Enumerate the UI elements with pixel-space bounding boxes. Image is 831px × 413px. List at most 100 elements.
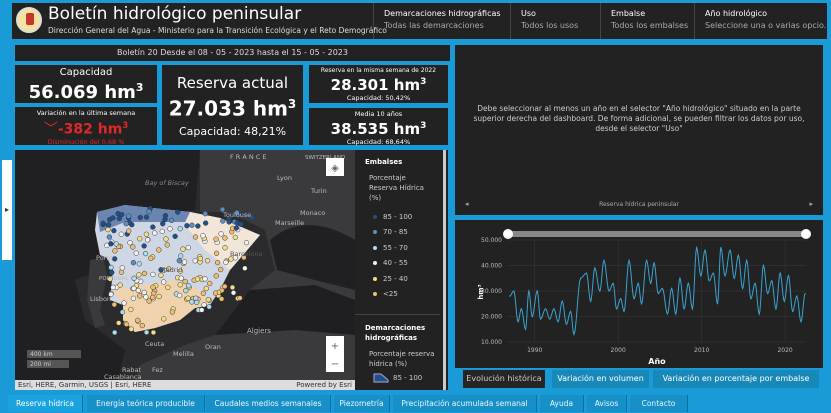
reservoir-point[interactable] (194, 299, 200, 306)
nav-tab-contacto[interactable]: Contacto (630, 395, 688, 412)
reservoir-point[interactable] (106, 234, 113, 240)
reservoir-point[interactable] (233, 225, 240, 231)
map-canvas[interactable]: F R A N C E SWITZERLAND Lyon Turin Bay o… (15, 150, 355, 390)
reservoir-point[interactable] (222, 245, 228, 251)
reservoir-point[interactable] (141, 270, 148, 277)
reservoir-point[interactable] (205, 297, 212, 303)
nav-tab-avisos[interactable]: Avisos (587, 395, 627, 412)
reservoir-point[interactable] (128, 306, 134, 313)
reservoir-point[interactable] (123, 321, 130, 327)
reservoir-point[interactable] (177, 253, 184, 259)
nav-tab-piezometria[interactable]: Piezometría (334, 395, 390, 412)
reservoir-point[interactable] (222, 235, 228, 241)
reservoir-point[interactable] (200, 233, 206, 239)
reservoir-point[interactable] (126, 213, 132, 219)
reservoir-point[interactable] (199, 307, 205, 313)
reservoir-point[interactable] (192, 258, 198, 264)
filter-ano-hidrologico[interactable]: Año hidrológico Seleccione una o varias o… (694, 3, 827, 39)
reservoir-point[interactable] (213, 273, 219, 279)
legend-scrollbar[interactable] (443, 150, 446, 390)
reservoir-point[interactable] (133, 250, 139, 256)
reservoir-point[interactable] (110, 215, 116, 221)
reservoir-point[interactable] (168, 217, 175, 224)
reservoir-point[interactable] (172, 233, 178, 239)
reservoir-point[interactable] (112, 248, 118, 254)
reservoir-point[interactable] (206, 304, 212, 310)
reservoir-point[interactable] (131, 275, 137, 281)
reservoir-point[interactable] (164, 242, 170, 248)
reservoir-point[interactable] (109, 269, 115, 276)
reservoir-point[interactable] (200, 290, 207, 296)
reservoir-point[interactable] (185, 295, 191, 301)
reservoir-point[interactable] (243, 239, 250, 246)
reservoir-point[interactable] (220, 218, 226, 224)
filter-demarcaciones[interactable]: Demarcaciones hidrográficas Todas las dem… (373, 3, 510, 39)
reservoir-point[interactable] (119, 309, 126, 315)
reservoir-point[interactable] (189, 299, 195, 305)
reservoir-point[interactable] (126, 228, 132, 234)
reservoir-point[interactable] (113, 241, 119, 247)
reservoir-point[interactable] (137, 236, 143, 242)
reservoir-point[interactable] (202, 276, 208, 282)
reservoir-point[interactable] (185, 283, 192, 289)
sidebar-toggle-arrow-icon[interactable]: ▸ (2, 160, 12, 260)
reservoir-point[interactable] (119, 211, 125, 218)
reservoir-point[interactable] (195, 223, 201, 229)
reservoir-point[interactable] (121, 300, 127, 306)
reservoir-point[interactable] (150, 224, 156, 230)
reservoir-point[interactable] (178, 275, 184, 281)
reservoir-point[interactable] (150, 294, 156, 301)
reservoir-point[interactable] (222, 283, 228, 290)
zoom-out-button[interactable]: − (331, 359, 339, 370)
reservoir-point[interactable] (223, 259, 229, 265)
reservoir-point[interactable] (192, 234, 199, 240)
filter-embalse[interactable]: Embalse Todos los embalses (600, 3, 694, 39)
reservoir-point[interactable] (131, 285, 137, 292)
reservoir-point[interactable] (139, 322, 145, 329)
reservoir-point[interactable] (123, 221, 129, 227)
reservoir-point[interactable] (146, 298, 152, 304)
reservoir-point[interactable] (194, 276, 201, 282)
reservoir-point[interactable] (161, 316, 167, 322)
reservoir-point[interactable] (119, 265, 125, 271)
reservoir-point[interactable] (177, 226, 183, 232)
reservoir-point[interactable] (108, 264, 114, 271)
reservoir-point[interactable] (203, 285, 209, 292)
reservoir-point[interactable] (162, 216, 168, 223)
range-slider-handle-start[interactable] (503, 229, 513, 239)
reservoir-point[interactable] (159, 228, 165, 235)
reservoir-point[interactable] (213, 250, 220, 256)
zoom-in-button[interactable]: + (331, 341, 339, 352)
reservoir-point[interactable] (180, 246, 186, 252)
reservoir-point[interactable] (130, 295, 137, 302)
reservoir-point[interactable] (111, 301, 117, 308)
reservoir-point[interactable] (214, 259, 221, 266)
tab-variacion-volumen[interactable]: Variación en volumen (552, 370, 649, 388)
reservoir-point[interactable] (143, 294, 149, 300)
reservoir-point[interactable] (169, 309, 176, 315)
reservoir-point[interactable] (175, 209, 181, 215)
reservoir-point[interactable] (218, 296, 225, 302)
reservoir-point[interactable] (117, 282, 123, 288)
reservoir-point[interactable] (111, 228, 117, 234)
reservoir-point[interactable] (218, 231, 224, 237)
reservoir-point[interactable] (142, 250, 149, 257)
reservoir-point[interactable] (230, 290, 237, 296)
nav-tab-reserva-hidrica[interactable]: Reserva hídrica (8, 395, 83, 412)
reservoir-point[interactable] (197, 255, 203, 262)
reservoir-point[interactable] (185, 244, 191, 251)
reservoir-point[interactable] (130, 244, 136, 250)
reservoir-point[interactable] (141, 243, 147, 249)
nav-tab-precipitacion-acumulada-semanal[interactable]: Precipitación acumulada semanal (393, 395, 537, 412)
reservoir-point[interactable] (150, 284, 156, 290)
powered-by[interactable]: Powered by Esri (296, 380, 352, 390)
reservoir-point[interactable] (212, 290, 219, 296)
reservoir-point[interactable] (143, 231, 150, 237)
reservoir-point[interactable] (128, 326, 134, 332)
filter-uso[interactable]: Uso Todos los usos (510, 3, 600, 39)
reservoir-point[interactable] (148, 255, 154, 261)
reservoir-point[interactable] (143, 214, 150, 220)
reservoir-point[interactable] (110, 284, 116, 291)
reservoir-point[interactable] (141, 289, 147, 296)
map-view[interactable]: F R A N C E SWITZERLAND Lyon Turin Bay o… (15, 150, 355, 390)
